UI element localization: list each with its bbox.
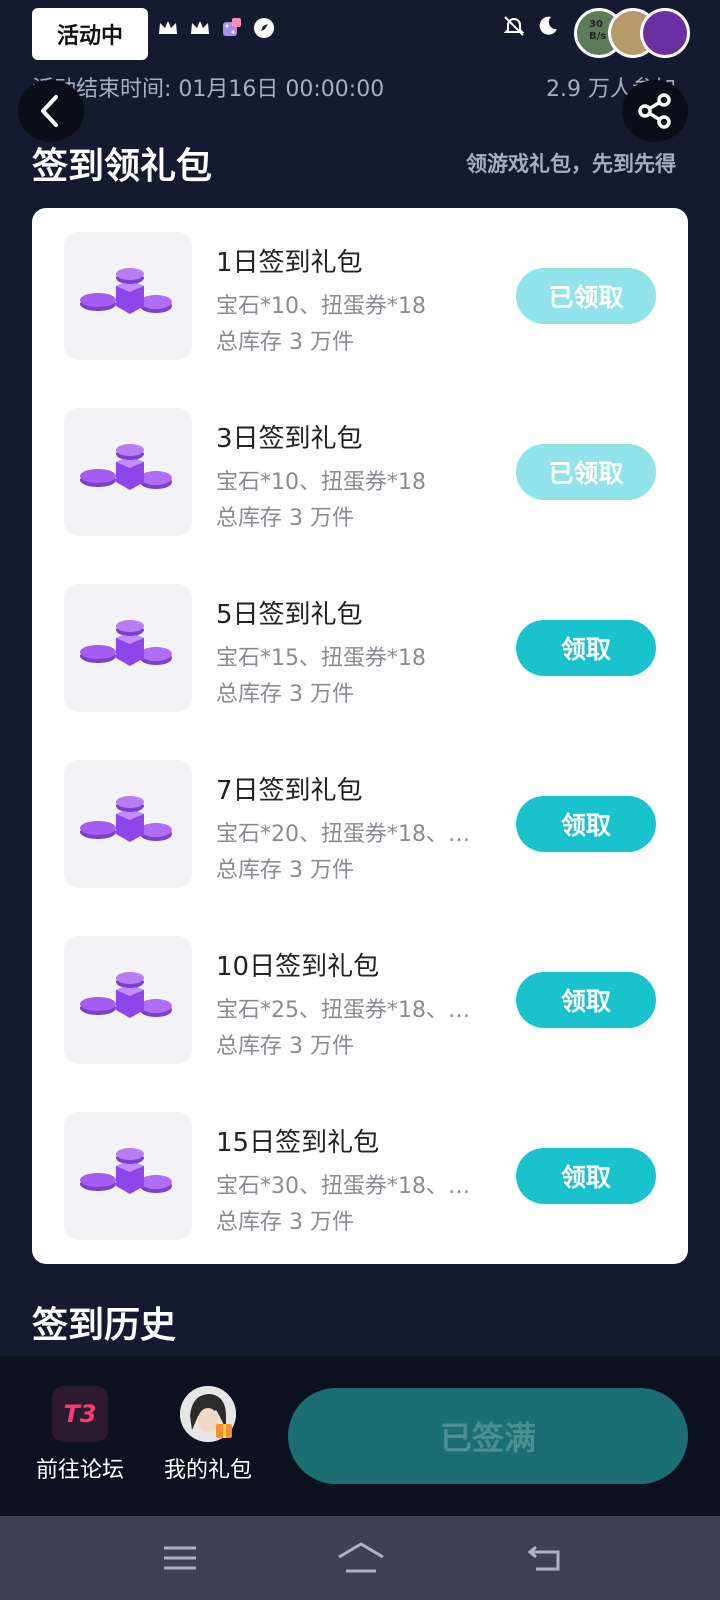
gift-thumbnail [64, 584, 192, 712]
event-end-time: 活动结束时间: 01月16日 00:00:00 [32, 77, 385, 102]
gift-row: 15日签到礼包 宝石*30、扭蛋券*18、… 总库存 3 万件 领取 [32, 1112, 688, 1288]
gift-contents: 宝石*10、扭蛋券*18 [216, 294, 426, 319]
avatar-stack: 30 B/s [574, 8, 690, 60]
bell-off-icon [503, 16, 525, 36]
avatar [640, 8, 690, 58]
home-icon [338, 1542, 384, 1573]
return-button[interactable] [522, 1538, 566, 1578]
status-icons [156, 16, 276, 40]
compass-icon [254, 18, 274, 38]
gift-row: 10日签到礼包 宝石*25、扭蛋券*18、… 总库存 3 万件 领取 [32, 936, 688, 1112]
gift-thumbnail [64, 936, 192, 1064]
gem-pile-icon [80, 444, 172, 490]
gift-stock: 总库存 3 万件 [216, 858, 354, 883]
section-header: 签到领礼包 领游戏礼包，先到先得 [32, 138, 676, 188]
gift-row: 1日签到礼包 宝石*10、扭蛋券*18 总库存 3 万件 已领取 [32, 232, 688, 408]
gift-contents: 宝石*25、扭蛋券*18、… [216, 998, 470, 1023]
my-gifts-label: 我的礼包 [163, 1458, 252, 1483]
forum-label: 前往论坛 [35, 1458, 124, 1483]
gift-stock: 总库存 3 万件 [216, 1210, 354, 1235]
back-arrow-icon [41, 95, 58, 127]
forum-logo: T3 [52, 1386, 108, 1442]
gift-thumbnail [64, 1112, 192, 1240]
gift-name: 1日签到礼包 [216, 248, 363, 278]
my-gifts-link[interactable]: 我的礼包 [158, 1386, 258, 1484]
gift-contents: 宝石*15、扭蛋券*18 [216, 646, 426, 671]
gift-stock: 总库存 3 万件 [216, 682, 354, 707]
home-button[interactable] [334, 1538, 388, 1578]
event-status-tag: 活动中 [32, 8, 148, 60]
gift-stock: 总库存 3 万件 [216, 330, 354, 355]
gem-pile-icon [80, 620, 172, 666]
gift-thumbnail [64, 232, 192, 360]
section-subtitle: 领游戏礼包，先到先得 [466, 152, 676, 176]
claim-button[interactable]: 已领取 [516, 268, 656, 324]
status-bar: 活动中 30 B/s [0, 0, 720, 66]
moon-icon [539, 16, 557, 35]
gift-list: 1日签到礼包 宝石*10、扭蛋券*18 总库存 3 万件 已领取 3日签到礼包 … [32, 208, 688, 1264]
gift-stock: 总库存 3 万件 [216, 1034, 354, 1059]
signed-full-button[interactable]: 已签满 [288, 1388, 688, 1484]
gift-name: 7日签到礼包 [216, 776, 363, 806]
claim-button[interactable]: 领取 [516, 1148, 656, 1204]
back-button[interactable] [18, 80, 84, 142]
system-status-icons [502, 14, 560, 38]
gift-name: 3日签到礼包 [216, 424, 363, 454]
claim-button[interactable]: 领取 [516, 620, 656, 676]
gift-row: 5日签到礼包 宝石*15、扭蛋券*18 总库存 3 万件 领取 [32, 584, 688, 760]
gift-name: 5日签到礼包 [216, 600, 363, 630]
claim-button[interactable]: 领取 [516, 796, 656, 852]
event-meta: 活动结束时间: 01月16日 00:00:00 2.9 万人参加 [32, 70, 676, 104]
gift-thumbnail [64, 760, 192, 888]
gift-row: 3日签到礼包 宝石*10、扭蛋券*18 总库存 3 万件 已领取 [32, 408, 688, 584]
avatar [180, 1386, 236, 1442]
gift-contents: 宝石*10、扭蛋券*18 [216, 470, 426, 495]
menu-button[interactable] [158, 1538, 202, 1578]
gift-name: 15日签到礼包 [216, 1128, 380, 1158]
section-title: 签到领礼包 [32, 146, 213, 187]
share-button[interactable] [622, 80, 688, 142]
gift-contents: 宝石*20、扭蛋券*18、… [216, 822, 470, 847]
system-nav-bar [0, 1516, 720, 1600]
gem-pile-icon [80, 796, 172, 842]
gem-pile-icon [80, 972, 172, 1018]
history-title: 签到历史 [32, 1305, 177, 1346]
forum-link[interactable]: T3 前往论坛 [30, 1386, 130, 1484]
user-avatar-icon [180, 1386, 236, 1442]
gem-pile-icon [80, 268, 172, 314]
share-icon [638, 93, 671, 129]
gift-row: 7日签到礼包 宝石*20、扭蛋券*18、… 总库存 3 万件 领取 [32, 760, 688, 936]
claim-button[interactable]: 领取 [516, 972, 656, 1028]
crown-icon [159, 21, 177, 34]
gem-pile-icon [80, 1148, 172, 1194]
gift-contents: 宝石*30、扭蛋券*18、… [216, 1174, 470, 1199]
return-icon [527, 1545, 560, 1571]
gift-thumbnail [64, 408, 192, 536]
claim-button[interactable]: 已领取 [516, 444, 656, 500]
bottom-action-bar: T3 前往论坛 我的礼包 已签满 [0, 1356, 720, 1516]
dice-icon [223, 18, 241, 36]
crown-icon [191, 21, 209, 34]
menu-icon [164, 1546, 196, 1570]
gift-name: 10日签到礼包 [216, 952, 380, 982]
gift-stock: 总库存 3 万件 [216, 506, 354, 531]
